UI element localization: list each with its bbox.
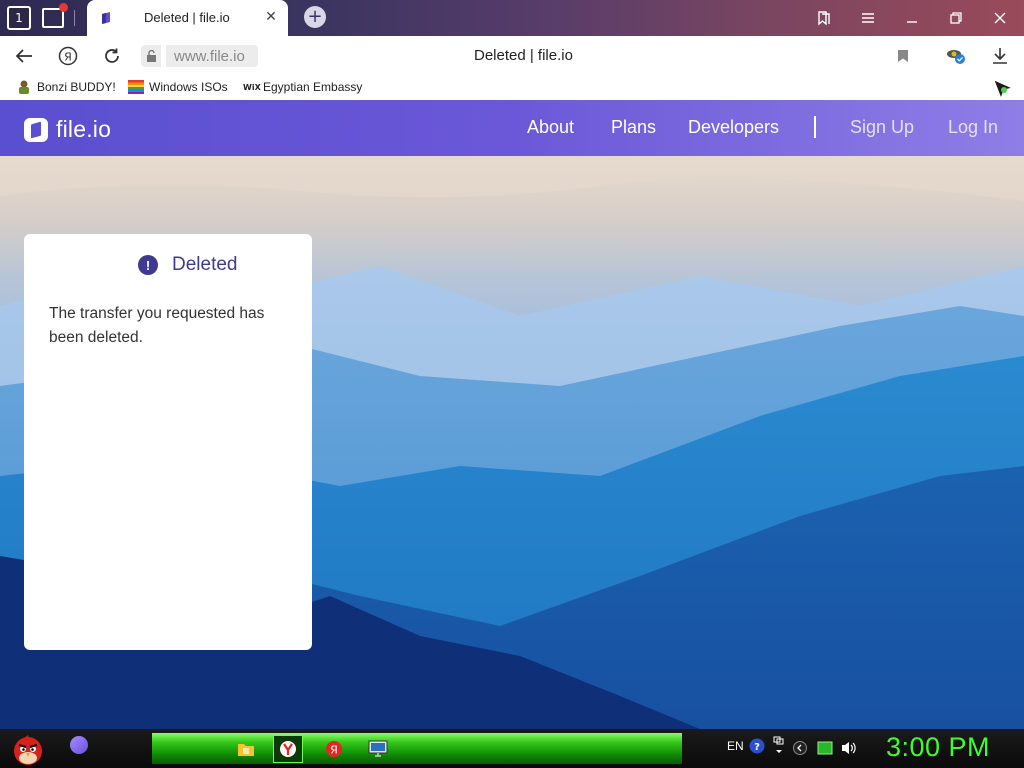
clock[interactable]: 3:00 PM — [886, 732, 990, 763]
bonzi-icon — [19, 80, 29, 94]
svg-text:Я: Я — [64, 51, 72, 64]
bookmarks-bar: Bonzi BUDDY! Windows ISOs WiX Egyptian E… — [0, 76, 1024, 100]
address-bar: Я www.file.io Deleted | file.io — [0, 36, 1024, 76]
start-button-angry-bird-icon[interactable] — [8, 731, 48, 767]
connection-icon[interactable] — [141, 45, 161, 67]
url-field[interactable]: www.file.io — [166, 45, 258, 67]
yandex-app-icon[interactable]: Я — [319, 735, 349, 763]
bookmark-label: Bonzi BUDDY! — [37, 80, 116, 94]
tab-strip: 1 Deleted | file.io ✕ + — [0, 0, 1024, 36]
minimize-icon[interactable] — [899, 6, 925, 30]
active-tab[interactable]: Deleted | file.io ✕ — [87, 0, 288, 36]
tab-separator — [74, 10, 75, 26]
nav-sign-up[interactable]: Sign Up — [850, 117, 914, 138]
menu-icon[interactable] — [855, 6, 881, 30]
download-icon[interactable] — [988, 44, 1012, 68]
reload-icon[interactable] — [100, 44, 124, 68]
taskbar: Я EN ? 3:00 PM — [0, 729, 1024, 768]
close-tab-icon[interactable]: ✕ — [262, 8, 280, 26]
status-card: ! Deleted The transfer you requested has… — [24, 234, 312, 650]
nav-plans[interactable]: Plans — [611, 117, 656, 138]
close-window-icon[interactable] — [987, 6, 1013, 30]
volume-icon[interactable] — [841, 740, 857, 756]
nav-developers[interactable]: Developers — [688, 117, 779, 138]
back-icon[interactable] — [12, 44, 36, 68]
nav-log-in[interactable]: Log In — [948, 117, 998, 138]
tray-overflow-icon[interactable] — [773, 736, 785, 756]
bookmark-icon[interactable] — [891, 44, 915, 68]
site-header: file.io About Plans Developers Sign Up L… — [0, 100, 1024, 156]
bookmark-item[interactable]: WiX Egyptian Embassy — [243, 80, 362, 94]
bookmark-item[interactable]: Windows ISOs — [128, 80, 228, 94]
app-tray-icon[interactable] — [793, 741, 807, 755]
page-title: Deleted | file.io — [474, 47, 573, 64]
alert-icon: ! — [138, 255, 158, 275]
tab-counter: 1 — [7, 6, 31, 30]
svg-text:Я: Я — [330, 744, 338, 757]
logo-text: file.io — [56, 116, 112, 142]
yandex-browser-taskbar-icon[interactable] — [273, 735, 303, 763]
new-tab-button[interactable]: + — [304, 6, 326, 28]
fileio-logo-icon — [24, 117, 48, 142]
card-header: ! Deleted — [138, 254, 238, 276]
extension-icon[interactable] — [944, 44, 968, 68]
new-window-button[interactable] — [40, 3, 68, 31]
nav-about[interactable]: About — [527, 117, 574, 138]
card-message: The transfer you requested has been dele… — [49, 305, 265, 346]
nav-divider — [814, 116, 816, 138]
help-icon[interactable]: ? — [749, 738, 765, 754]
wix-icon: WiX — [243, 82, 261, 92]
yandex-icon[interactable]: Я — [56, 44, 80, 68]
alice-assistant-icon[interactable] — [70, 736, 88, 754]
rainbow-flag-icon — [128, 80, 144, 94]
card-title: Deleted — [172, 254, 238, 275]
mouse-cursor-icon — [993, 79, 1014, 100]
bookmarks-panel-icon[interactable] — [811, 6, 837, 30]
tab-title: Deleted | file.io — [144, 10, 230, 25]
bookmark-label: Windows ISOs — [149, 80, 228, 94]
bookmark-label: Egyptian Embassy — [263, 80, 363, 94]
battery-icon[interactable] — [817, 741, 833, 755]
tab-manager-button[interactable]: 1 — [6, 5, 32, 31]
svg-text:?: ? — [754, 742, 760, 753]
file-explorer-icon[interactable] — [231, 735, 261, 763]
new-window-icon — [42, 3, 68, 28]
language-indicator[interactable]: EN — [727, 739, 744, 753]
restore-icon[interactable] — [943, 6, 969, 30]
bookmark-item[interactable]: Bonzi BUDDY! — [16, 80, 116, 94]
fileio-logo[interactable]: file.io — [24, 116, 111, 143]
remote-desktop-icon[interactable] — [363, 735, 393, 763]
fileio-favicon-icon — [102, 12, 110, 24]
